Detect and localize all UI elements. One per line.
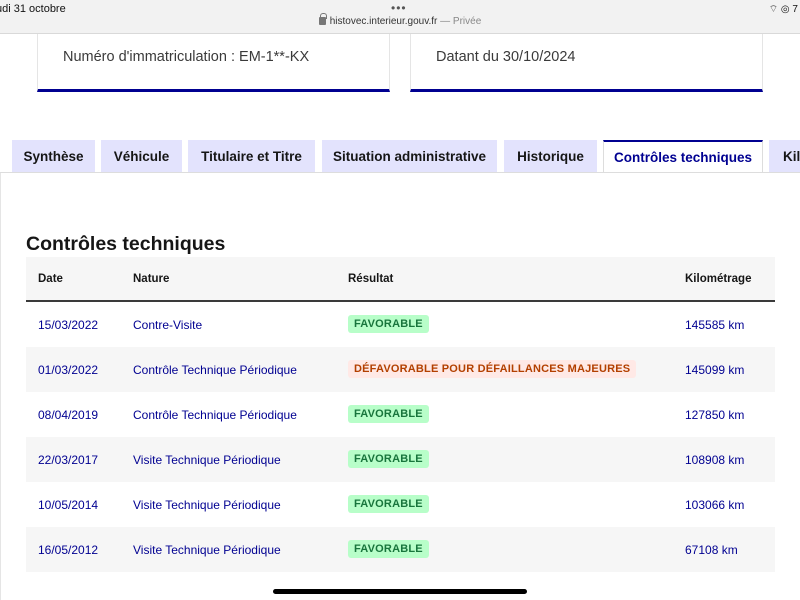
row-km: 108908 km: [685, 453, 745, 467]
row-result: FAVORABLE: [348, 315, 429, 333]
url-text: histovec.interieur.gouv.fr: [329, 16, 438, 27]
row-km: 145585 km: [685, 318, 745, 332]
row-result: FAVORABLE: [348, 495, 429, 513]
row-date: 22/03/2017: [38, 453, 99, 467]
row-date: 15/03/2022: [38, 318, 99, 332]
row-date: 10/05/2014: [38, 498, 99, 512]
table-row: 22/03/2017 Visite Technique Périodique F…: [26, 437, 775, 482]
row-result: DÉFAVORABLE POUR DÉFAILLANCES MAJEURES: [348, 360, 637, 378]
tab-titulaire-titre[interactable]: Titulaire et Titre: [188, 140, 315, 172]
row-nature: Contrôle Technique Périodique: [133, 363, 297, 377]
row-date: 16/05/2012: [38, 543, 99, 557]
row-date: 08/04/2019: [38, 408, 99, 422]
header-result: Résultat: [348, 273, 394, 285]
row-result: FAVORABLE: [348, 405, 429, 423]
table-row: 10/05/2014 Visite Technique Périodique F…: [26, 482, 775, 527]
row-km: 67108 km: [685, 543, 738, 557]
home-indicator[interactable]: [273, 589, 527, 594]
header-date: Date: [38, 273, 63, 285]
tab-synthese[interactable]: Synthèse: [12, 140, 95, 172]
table-row: 16/05/2012 Visite Technique Périodique F…: [26, 527, 775, 572]
row-nature: Visite Technique Périodique: [133, 453, 281, 467]
tab-list: Synthèse Véhicule Titulaire et Titre Sit…: [0, 140, 800, 173]
tab-vehicule[interactable]: Véhicule: [101, 140, 182, 172]
lock-icon: [318, 13, 327, 25]
row-result: FAVORABLE: [348, 540, 429, 558]
result-badge: FAVORABLE: [348, 315, 429, 333]
more-dots-icon[interactable]: •••: [391, 1, 407, 15]
row-km: 103066 km: [685, 498, 745, 512]
technical-inspections-table: Date Nature Résultat Kilométrage 15/03/2…: [26, 257, 775, 572]
result-badge: FAVORABLE: [348, 495, 429, 513]
status-icons: ⌔ ◎ 7: [768, 4, 798, 15]
table-row: 08/04/2019 Contrôle Technique Périodique…: [26, 392, 775, 437]
status-time: udi 31 octobre: [0, 3, 66, 15]
row-nature: Visite Technique Périodique: [133, 543, 281, 557]
tab-controles-techniques[interactable]: Contrôles techniques: [603, 140, 763, 173]
table-row: 01/03/2022 Contrôle Technique Périodique…: [26, 347, 775, 392]
header-km: Kilométrage: [685, 273, 752, 285]
table-row: 15/03/2022 Contre-Visite FAVORABLE 14558…: [26, 302, 775, 347]
row-date: 01/03/2022: [38, 363, 99, 377]
row-km: 145099 km: [685, 363, 745, 377]
url-bar[interactable]: histovec.interieur.gouv.fr — Privée: [0, 13, 800, 27]
tab-kilometrage[interactable]: Kilo: [769, 140, 800, 172]
browser-status-bar: udi 31 octobre ••• histovec.interieur.go…: [0, 0, 800, 34]
result-badge: FAVORABLE: [348, 450, 429, 468]
result-badge: FAVORABLE: [348, 405, 429, 423]
info-date: Datant du 30/10/2024: [436, 49, 576, 65]
tab-historique[interactable]: Historique: [504, 140, 597, 172]
row-result: FAVORABLE: [348, 450, 429, 468]
registration-number: Numéro d'immatriculation : EM-1**-KX: [63, 49, 310, 65]
result-badge: DÉFAVORABLE POUR DÉFAILLANCES MAJEURES: [348, 360, 637, 378]
header-nature: Nature: [133, 273, 170, 285]
row-km: 127850 km: [685, 408, 745, 422]
table-header: Date Nature Résultat Kilométrage: [26, 257, 775, 302]
result-badge: FAVORABLE: [348, 540, 429, 558]
row-nature: Contrôle Technique Périodique: [133, 408, 297, 422]
tab-situation-administrative[interactable]: Situation administrative: [322, 140, 497, 172]
private-label: — Privée: [437, 16, 482, 27]
section-title: Contrôles techniques: [26, 233, 226, 255]
row-nature: Visite Technique Périodique: [133, 498, 281, 512]
row-nature: Contre-Visite: [133, 318, 203, 332]
